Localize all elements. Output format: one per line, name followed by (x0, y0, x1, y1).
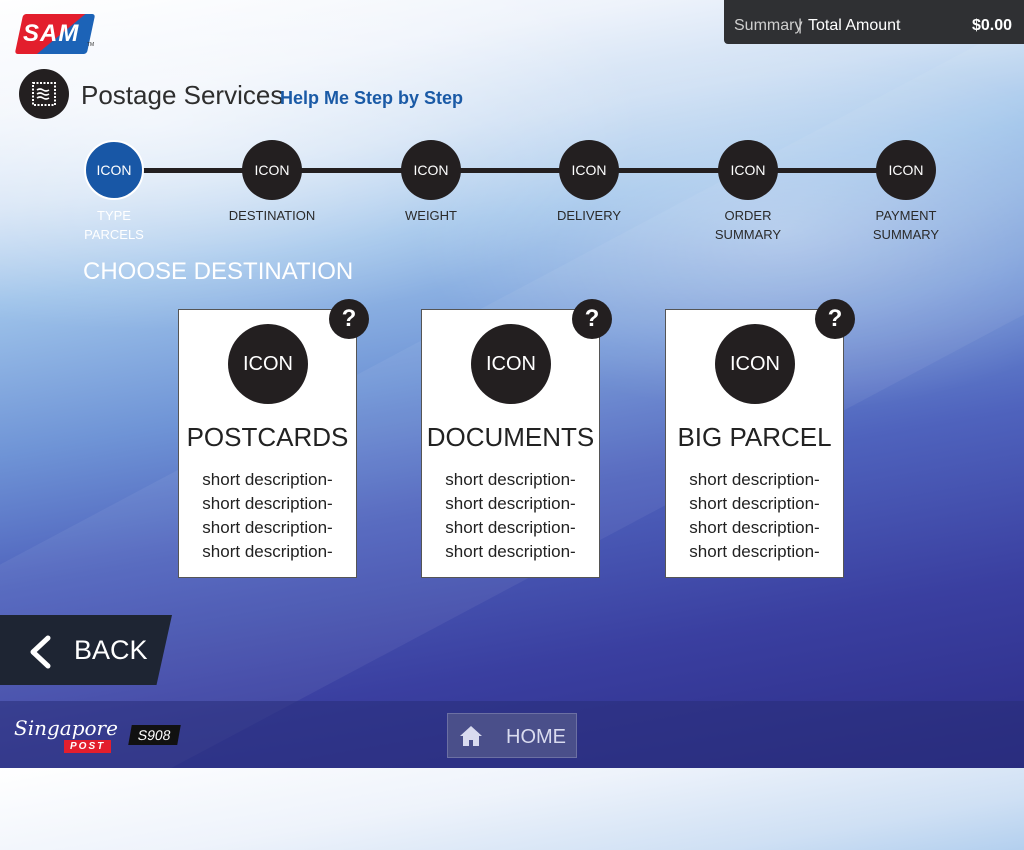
back-label: BACK (74, 635, 148, 665)
sam-logo-tm: TM (87, 42, 95, 48)
card-description: short description- short description- sh… (422, 468, 599, 564)
sp-logo-post: POST (64, 740, 112, 753)
step-icon: ICON (876, 140, 936, 200)
card-description-line: short description- (445, 518, 576, 537)
home-icon (460, 726, 482, 746)
summary-separator: | (798, 17, 803, 34)
summary-bar[interactable]: Summary | Total Amount $0.00 (724, 0, 1024, 44)
step-payment-summary[interactable]: ICON PAYMENT SUMMARY (846, 140, 966, 244)
card-description-line: short description- (689, 542, 820, 561)
option-card-postcards[interactable]: ICON POSTCARDS short description- short … (178, 309, 357, 578)
help-step-by-step-link[interactable]: Help Me Step by Step (280, 88, 463, 109)
step-label: WEIGHT (371, 206, 491, 225)
postcards-help-button[interactable]: ? (329, 299, 369, 339)
step-label: DESTINATION (212, 206, 332, 225)
card-icon: ICON (715, 324, 795, 404)
sam-logo: SAM TM (14, 12, 97, 58)
home-label: HOME (506, 726, 566, 748)
step-label-line: TYPE (97, 208, 131, 223)
step-label-line: DESTINATION (228, 208, 316, 223)
page-title: Postage Services (81, 80, 284, 110)
step-destination[interactable]: ICON DESTINATION (212, 140, 332, 225)
step-icon: ICON (718, 140, 778, 200)
documents-help-button[interactable]: ? (572, 299, 612, 339)
option-card-big-parcel[interactable]: ICON BIG PARCEL short description- short… (665, 309, 844, 578)
step-label-line: PARCELS (84, 227, 144, 242)
sp-logo-script: Singapore (14, 716, 118, 740)
card-description-line: short description- (445, 542, 576, 561)
step-icon: ICON (559, 140, 619, 200)
step-label: TYPE PARCELS (54, 206, 174, 244)
step-label-line: DELIVERY (556, 208, 622, 223)
step-label-line: PAYMENT (875, 208, 937, 223)
singapore-post-logo: Singapore POST (12, 716, 124, 756)
step-label: PAYMENT SUMMARY (846, 206, 966, 244)
step-order-summary[interactable]: ICON ORDER SUMMARY (688, 140, 808, 244)
big-parcel-help-button[interactable]: ? (815, 299, 855, 339)
step-label: DELIVERY (529, 206, 649, 225)
step-icon: ICON (242, 140, 302, 200)
card-description-line: short description- (689, 518, 820, 537)
step-label-line: WEIGHT (405, 208, 457, 223)
card-icon: ICON (228, 324, 308, 404)
card-description-line: short description- (202, 518, 333, 537)
card-description-line: short description- (202, 494, 333, 513)
step-label-line: SUMMARY (872, 227, 940, 242)
back-button[interactable]: BACK (0, 615, 172, 685)
card-title: POSTCARDS (186, 422, 349, 452)
card-title: DOCUMENTS (426, 422, 595, 452)
card-title: BIG PARCEL (677, 422, 832, 452)
step-delivery[interactable]: ICON DELIVERY (529, 140, 649, 225)
stamp-icon (19, 69, 69, 119)
card-description-line: short description- (202, 542, 333, 561)
card-description-line: short description- (445, 470, 576, 489)
step-label-line: SUMMARY (714, 227, 782, 242)
card-description: short description- short description- sh… (179, 468, 356, 564)
card-icon: ICON (471, 324, 551, 404)
card-description-line: short description- (689, 494, 820, 513)
card-description-line: short description- (202, 470, 333, 489)
total-amount-label: Total Amount (808, 17, 901, 34)
option-card-documents[interactable]: ICON DOCUMENTS short description- short … (421, 309, 600, 578)
step-icon: ICON (401, 140, 461, 200)
chevron-left-icon (30, 635, 51, 669)
section-title: CHOOSE DESTINATION (83, 258, 354, 285)
card-description: short description- short description- sh… (666, 468, 843, 564)
step-icon: ICON (84, 140, 144, 200)
card-description-line: short description- (445, 494, 576, 513)
step-type-parcels[interactable]: ICON TYPE PARCELS (54, 140, 174, 244)
kiosk-code-badge: S908 (128, 725, 181, 745)
step-weight[interactable]: ICON WEIGHT (371, 140, 491, 225)
summary-label: Summary (734, 17, 803, 34)
step-label-line: ORDER (724, 208, 772, 223)
step-label: ORDER SUMMARY (688, 206, 808, 244)
home-button[interactable]: HOME (447, 713, 577, 758)
sam-logo-text: SAM (23, 20, 80, 47)
card-description-line: short description- (689, 470, 820, 489)
total-amount-value: $0.00 (971, 17, 1012, 34)
